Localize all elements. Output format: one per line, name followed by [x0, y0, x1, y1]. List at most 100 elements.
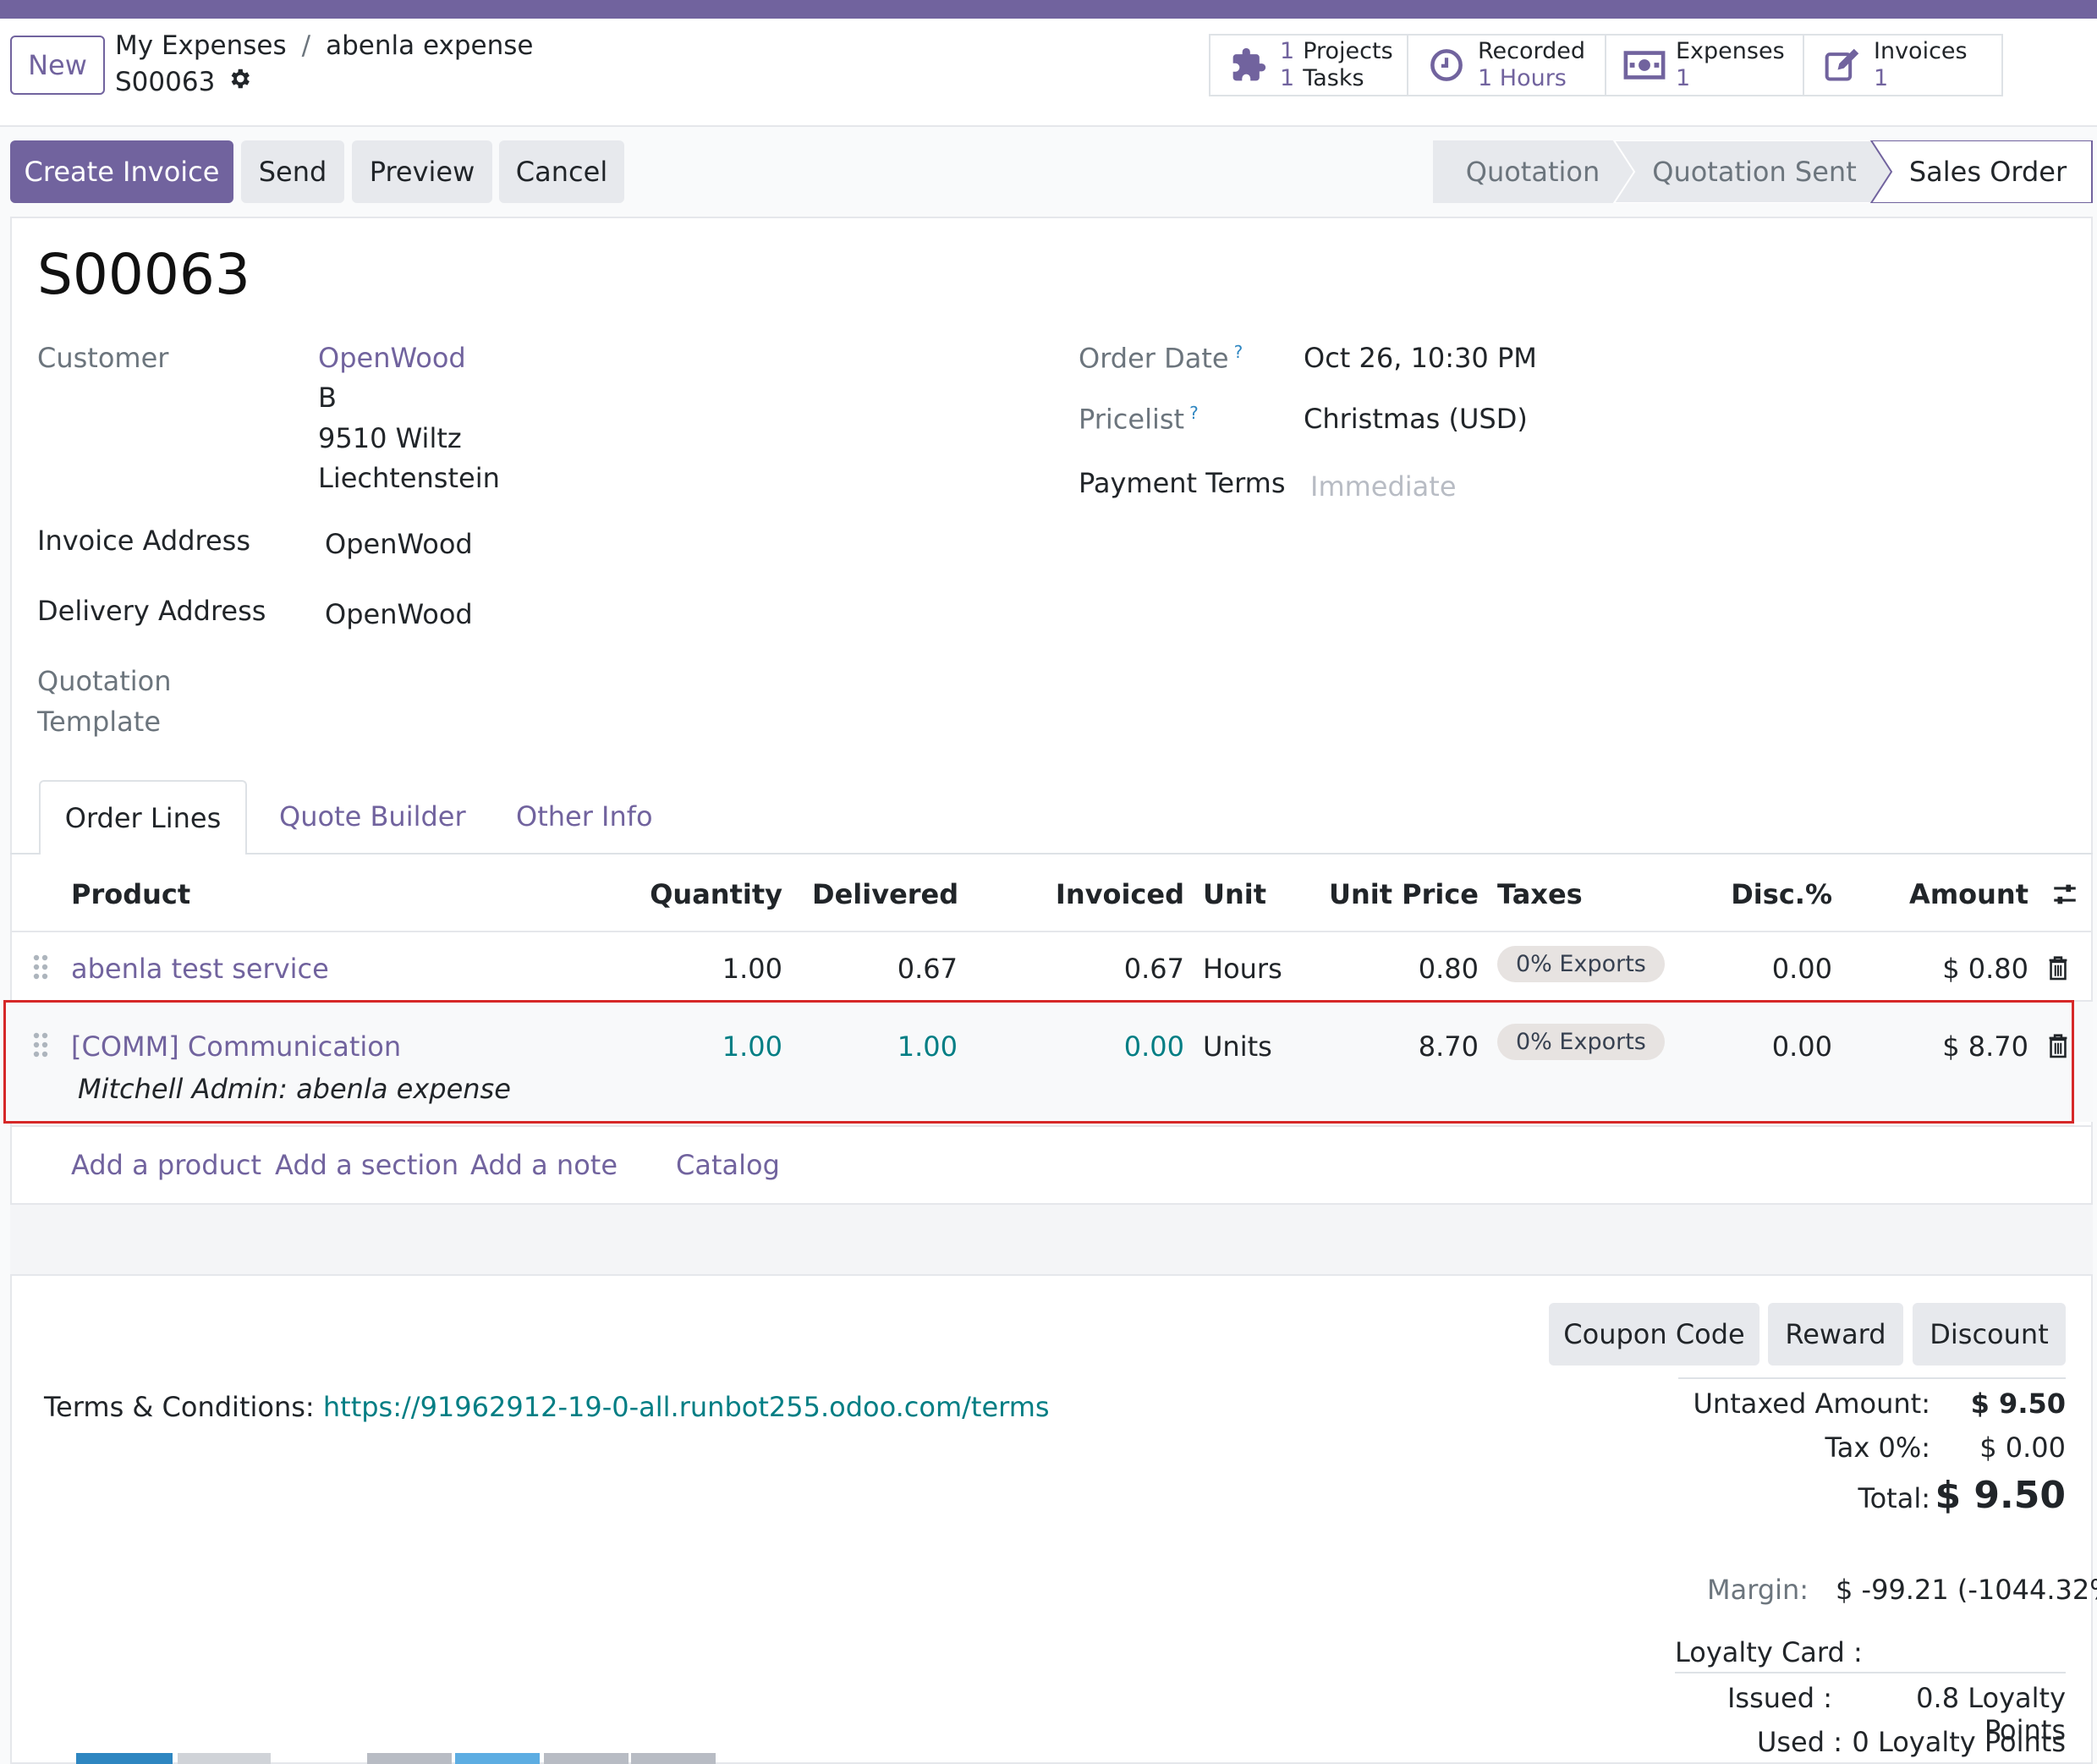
quotation-template-label: Quotation: [37, 665, 172, 697]
customer-label: Customer: [37, 342, 169, 374]
terms-label: Terms & Conditions:: [44, 1391, 315, 1423]
recorded-hours-smart-button[interactable]: Recorded 1 Hours: [1407, 34, 1606, 96]
customer-address-line: Liechtenstein: [318, 462, 500, 494]
record-ref-row: S00063: [115, 66, 252, 98]
projects-label: Projects: [1303, 38, 1393, 64]
terms-conditions: Terms & Conditions: https://91962912-19-…: [44, 1391, 1050, 1423]
order-date-label: Order Date?: [1079, 342, 1243, 375]
delivery-address-label: Delivery Address: [37, 595, 266, 627]
breadcrumb-parent[interactable]: My Expenses: [115, 30, 287, 61]
untaxed-amount-value: $ 9.50: [1970, 1388, 2066, 1420]
tax-badge[interactable]: 0% Exports: [1497, 946, 1665, 982]
statusbar: Quotation Quotation Sent Sales Order: [1433, 140, 2093, 203]
expenses-smart-button[interactable]: Expenses 1: [1605, 34, 1804, 96]
edit-invoice-icon: [1820, 47, 1865, 84]
row-divider: [10, 1125, 2093, 1127]
customer-address-line: 9510 Wiltz: [318, 422, 462, 454]
customer-address-line: B: [318, 382, 337, 414]
pricelist-label: Pricelist?: [1079, 403, 1199, 436]
breadcrumb-current[interactable]: abenla expense: [326, 30, 533, 61]
column-header-product[interactable]: Product: [71, 878, 190, 910]
discount-button[interactable]: Discount: [1913, 1303, 2066, 1366]
money-icon: [1622, 49, 1667, 81]
issued-label: Issued :: [1726, 1682, 1832, 1714]
line-invoiced: 0.67: [1123, 953, 1184, 985]
column-header-disc[interactable]: Disc.%: [1726, 878, 1832, 910]
help-icon[interactable]: ?: [1234, 342, 1243, 362]
loyalty-card-label: Loyalty Card :: [1675, 1636, 1863, 1668]
line-discount[interactable]: 0.00: [1726, 953, 1832, 985]
column-header-unit[interactable]: Unit: [1203, 878, 1266, 910]
clock-icon: [1424, 47, 1469, 83]
terms-link[interactable]: https://91962912-19-0-all.runbot255.odoo…: [323, 1391, 1050, 1423]
cancel-button[interactable]: Cancel: [499, 140, 624, 203]
expenses-count: 1: [1676, 65, 1691, 91]
reward-button[interactable]: Reward: [1768, 1303, 1903, 1366]
add-section-link[interactable]: Add a section: [275, 1149, 458, 1181]
totals-divider: [1678, 1377, 2066, 1379]
order-date-field[interactable]: Oct 26, 10:30 PM: [1304, 342, 1537, 374]
breadcrumb: My Expenses / abenla expense: [115, 30, 533, 61]
projects-tasks-smart-button[interactable]: 1 Projects 1 Tasks: [1209, 34, 1408, 96]
breadcrumb-separator: /: [301, 30, 311, 61]
puzzle-icon: [1226, 47, 1271, 84]
scroll-indicator: [367, 1753, 452, 1764]
new-button[interactable]: New: [10, 36, 105, 95]
margin-label: Margin:: [1707, 1574, 1809, 1606]
recorded-value: 1 Hours: [1478, 65, 1567, 91]
add-product-link[interactable]: Add a product: [71, 1149, 261, 1181]
optional-columns-icon[interactable]: [2050, 880, 2079, 912]
coupon-code-button[interactable]: Coupon Code: [1549, 1303, 1759, 1366]
tab-other-info[interactable]: Other Info: [516, 800, 653, 833]
pricelist-field[interactable]: Christmas (USD): [1304, 403, 1528, 435]
status-step-sales-order-label: Sales Order: [1909, 156, 2067, 188]
used-label: Used :: [1756, 1726, 1842, 1758]
line-amount: $ 0.80: [1942, 953, 2028, 985]
invoices-label: Invoices: [1874, 38, 1968, 64]
line-quantity[interactable]: 1.00: [643, 953, 782, 985]
column-header-quantity[interactable]: Quantity: [643, 878, 782, 910]
tab-quote-builder[interactable]: Quote Builder: [279, 800, 466, 833]
help-icon[interactable]: ?: [1189, 403, 1199, 423]
quotation-template-label: Template: [37, 706, 162, 738]
scroll-indicator: [455, 1753, 540, 1764]
column-header-unit-price[interactable]: Unit Price: [1320, 878, 1479, 910]
drag-handle-icon[interactable]: [32, 954, 49, 983]
delivery-address-field[interactable]: OpenWood: [325, 598, 473, 630]
tax-value: $ 0.00: [1979, 1432, 2066, 1464]
line-delivered[interactable]: 0.67: [812, 953, 958, 985]
line-product[interactable]: abenla test service: [71, 953, 329, 985]
table-header-divider: [10, 931, 2093, 932]
invoice-address-field[interactable]: OpenWood: [325, 528, 473, 560]
customer-field[interactable]: OpenWood: [318, 342, 466, 374]
catalog-link[interactable]: Catalog: [676, 1149, 780, 1181]
trash-icon[interactable]: [2047, 954, 2069, 985]
column-header-invoiced[interactable]: Invoiced: [1049, 878, 1184, 910]
line-unit-price[interactable]: 0.80: [1320, 953, 1479, 985]
total-value: $ 9.50: [1935, 1474, 2067, 1517]
add-note-link[interactable]: Add a note: [470, 1149, 618, 1181]
column-header-taxes[interactable]: Taxes: [1497, 878, 1583, 910]
order-date-label-text: Order Date: [1079, 342, 1229, 375]
tax-label: Tax 0%:: [1825, 1432, 1930, 1464]
invoices-count: 1: [1874, 65, 1889, 91]
scroll-indicator: [544, 1753, 629, 1764]
column-header-delivered[interactable]: Delivered: [812, 878, 958, 910]
line-unit[interactable]: Hours: [1203, 953, 1282, 985]
table-footer: [10, 1203, 2093, 1276]
recorded-label: Recorded: [1478, 38, 1586, 64]
column-header-amount[interactable]: Amount: [1886, 878, 2028, 910]
preview-button[interactable]: Preview: [352, 140, 492, 203]
scroll-indicator: [178, 1753, 271, 1764]
total-label: Total:: [1858, 1482, 1930, 1514]
scroll-indicator: [631, 1753, 716, 1764]
invoice-address-label: Invoice Address: [37, 525, 251, 557]
send-button[interactable]: Send: [241, 140, 344, 203]
tab-order-lines[interactable]: Order Lines: [39, 780, 247, 855]
expenses-label: Expenses: [1676, 38, 1785, 64]
invoices-smart-button[interactable]: Invoices 1: [1803, 34, 2003, 96]
create-invoice-button[interactable]: Create Invoice: [10, 140, 233, 203]
line-taxes-cell: 0% Exports: [1497, 946, 1665, 982]
payment-terms-field[interactable]: Immediate: [1310, 470, 1457, 503]
gear-icon[interactable]: [227, 66, 252, 98]
